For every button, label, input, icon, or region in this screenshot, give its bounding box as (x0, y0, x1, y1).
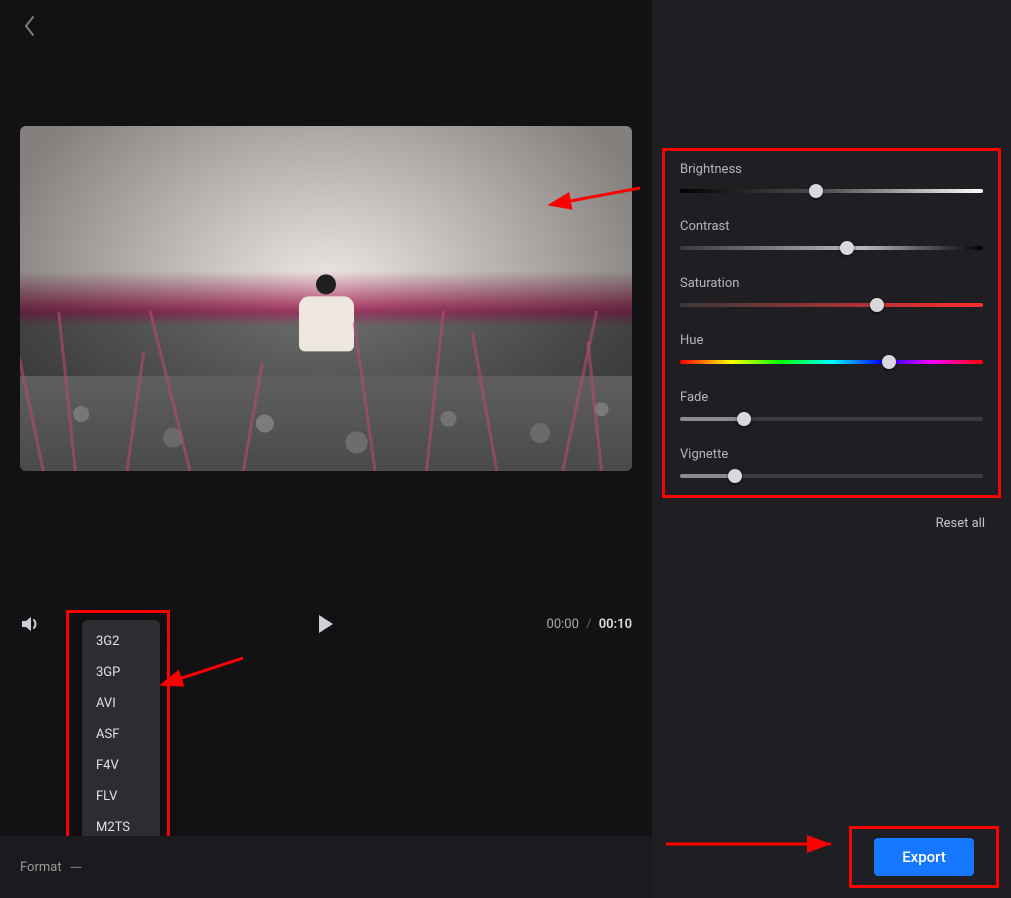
slider-hue-track[interactable] (680, 360, 983, 364)
color-adjust-panel: Brightness Contrast Saturation Hue (676, 150, 987, 496)
format-option-asf[interactable]: ASF (82, 719, 160, 750)
format-option-avi[interactable]: AVI (82, 688, 160, 719)
slider-contrast-label: Contrast (680, 219, 983, 234)
slider-saturation-track[interactable] (680, 303, 983, 307)
slider-vignette-track[interactable] (680, 474, 983, 478)
video-frame[interactable] (20, 126, 632, 471)
format-option-3gp[interactable]: 3GP (82, 657, 160, 688)
slider-vignette-fill (680, 474, 735, 478)
back-button[interactable] (18, 14, 42, 38)
slider-fade[interactable]: Fade (676, 390, 987, 421)
slider-hue-label: Hue (680, 333, 983, 348)
video-subject (296, 275, 356, 355)
format-dash: — (70, 858, 83, 877)
slider-brightness-label: Brightness (680, 162, 983, 177)
slider-contrast-thumb[interactable] (840, 241, 854, 255)
playback-time: 00:00 / 00:10 (547, 617, 632, 632)
slider-vignette-thumb[interactable] (728, 469, 742, 483)
slider-fade-thumb[interactable] (737, 412, 751, 426)
slider-saturation[interactable]: Saturation (676, 276, 987, 307)
slider-fade-label: Fade (680, 390, 983, 405)
video-preview-area (0, 0, 652, 596)
slider-vignette-label: Vignette (680, 447, 983, 462)
annotation-redbox-export: Export (849, 826, 999, 888)
annotation-arrow-export (661, 834, 841, 858)
slider-hue[interactable]: Hue (676, 333, 987, 364)
slider-hue-thumb[interactable] (882, 355, 896, 369)
playback-total: 00:10 (599, 617, 632, 632)
slider-contrast[interactable]: Contrast (676, 219, 987, 250)
slider-brightness[interactable]: Brightness (676, 162, 987, 193)
play-button[interactable] (316, 613, 336, 635)
export-button[interactable]: Export (874, 838, 974, 876)
slider-brightness-thumb[interactable] (809, 184, 823, 198)
slider-vignette[interactable]: Vignette (676, 447, 987, 478)
chevron-left-icon (23, 15, 37, 37)
annotation-redbox-sliders (662, 148, 1001, 498)
reset-all-link[interactable]: Reset all (936, 516, 985, 531)
slider-fade-track[interactable] (680, 417, 983, 421)
play-icon (316, 613, 336, 635)
bottom-bar: Format — (0, 836, 652, 898)
video-rocks-overlay (20, 376, 632, 471)
slider-contrast-track[interactable] (680, 246, 983, 250)
playback-sep: / (586, 617, 591, 632)
annotation-arrow-format (168, 650, 248, 694)
slider-brightness-track[interactable] (680, 189, 983, 193)
format-option-3g2[interactable]: 3G2 (82, 626, 160, 657)
volume-icon (20, 614, 42, 634)
playback-current: 00:00 (547, 617, 579, 632)
volume-button[interactable] (20, 614, 42, 634)
slider-fade-fill (680, 417, 744, 421)
slider-saturation-label: Saturation (680, 276, 983, 291)
format-option-f4v[interactable]: F4V (82, 750, 160, 781)
format-option-flv[interactable]: FLV (82, 781, 160, 812)
format-label: Format (20, 860, 62, 875)
slider-saturation-thumb[interactable] (870, 298, 884, 312)
